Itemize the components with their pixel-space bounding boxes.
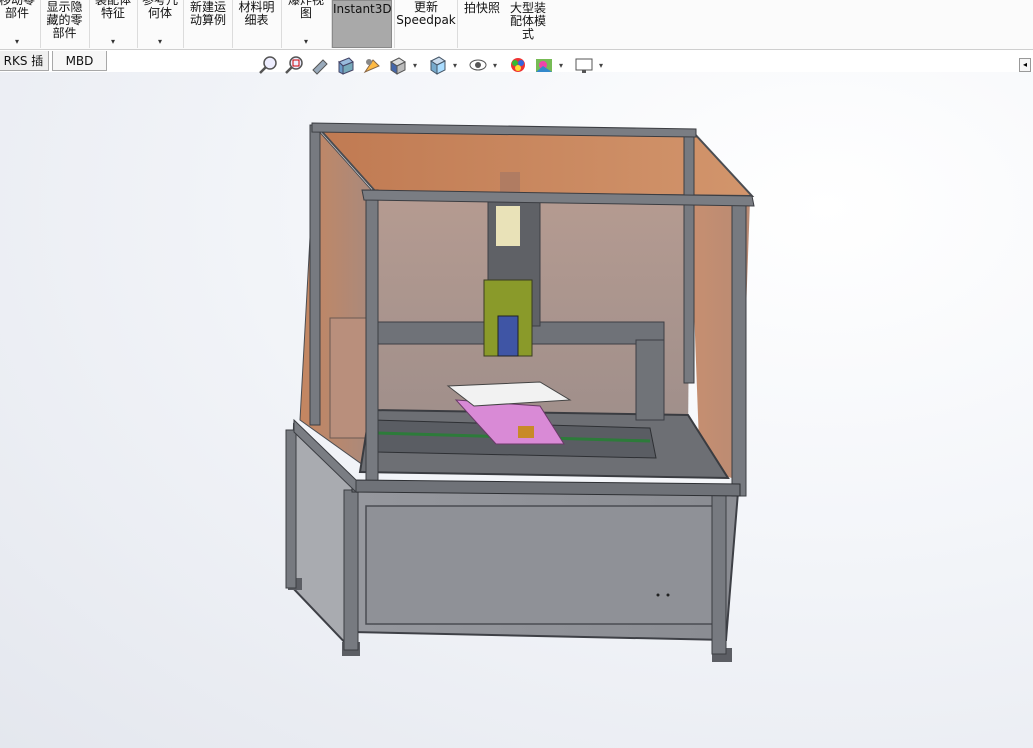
reference-geometry-label: 参考几 何体 (141, 0, 178, 20)
base-post-right (711, 493, 727, 655)
ribbon-toolbar: 移动零 部件 ▾ 显示隐 藏的零 部件 装配体 特征 ▾ 参考几 何体 ▾ 新建… (0, 0, 1033, 50)
update-speedpak-label: 更新 Speedpak (396, 0, 456, 27)
collapse-panel-icon[interactable]: ◂ (1019, 58, 1031, 72)
chevron-down-icon[interactable]: ▾ (599, 61, 603, 70)
apply-scene-icon[interactable] (533, 54, 555, 76)
spindle (497, 315, 519, 357)
frame-post-front-right (731, 195, 747, 497)
frame-post-front-left (365, 189, 379, 491)
gantry-leg-right (635, 339, 665, 421)
exploded-view-button[interactable]: 爆炸视 图 ▾ (282, 0, 330, 48)
assembly-features-button[interactable]: 装配体 特征 ▾ (90, 0, 136, 48)
previous-view-icon[interactable] (309, 54, 331, 76)
take-snapshot-label: 拍快照 (463, 1, 500, 15)
cnc-machine-model (285, 122, 755, 662)
zoom-to-fit-icon[interactable] (257, 54, 279, 76)
chevron-down-icon[interactable]: ▾ (282, 38, 330, 46)
chevron-down-icon[interactable]: ▾ (0, 38, 40, 46)
chevron-down-icon[interactable]: ▾ (493, 61, 497, 70)
move-component-label: 移动零 部件 (0, 0, 35, 20)
display-style-icon[interactable] (427, 54, 449, 76)
chevron-down-icon[interactable]: ▾ (559, 61, 563, 70)
graphics-viewport[interactable] (0, 72, 1033, 748)
section-view-icon[interactable] (335, 54, 357, 76)
show-hidden-components-label: 显示隐 藏的零 部件 (46, 0, 83, 40)
take-snapshot-button[interactable]: 拍快照 (458, 0, 506, 48)
side-box (329, 317, 369, 439)
instant3d-label: Instant3D (333, 2, 392, 16)
base-front-door (365, 505, 723, 625)
show-hidden-components-button[interactable]: 显示隐 藏的零 部件 (41, 0, 88, 48)
exploded-view-label: 爆炸视 图 (287, 0, 324, 20)
instant3d-button[interactable]: Instant3D (332, 0, 392, 48)
tab-label: MBD (65, 54, 94, 68)
reference-geometry-button[interactable]: 参考几 何体 ▾ (137, 0, 183, 48)
base-post-back-left (285, 429, 297, 589)
view-orientation-icon[interactable] (387, 54, 409, 76)
update-speedpak-button[interactable]: 更新 Speedpak (395, 0, 457, 48)
hide-show-items-icon[interactable] (467, 54, 489, 76)
move-component-button[interactable]: 移动零 部件 ▾ (0, 0, 40, 48)
new-motion-study-label: 新建运 动算例 (189, 0, 226, 27)
bill-of-materials-label: 材料明 细表 (238, 0, 275, 27)
base-post-left (343, 489, 359, 651)
chevron-down-icon[interactable]: ▾ (453, 61, 457, 70)
tab-mbd[interactable]: MBD (52, 51, 107, 71)
zoom-to-area-icon[interactable] (283, 54, 305, 76)
chevron-down-icon[interactable]: ▾ (413, 61, 417, 70)
chevron-down-icon[interactable]: ▾ (90, 38, 136, 46)
large-assembly-mode-label: 大型装 配体模 式 (509, 1, 546, 41)
dynamic-annotation-icon[interactable] (361, 54, 383, 76)
edit-appearance-icon[interactable] (507, 54, 529, 76)
new-motion-study-button[interactable]: 新建运 动算例 (184, 0, 232, 48)
view-settings-icon[interactable] (573, 54, 595, 76)
tab-rks-addins[interactable]: RKS 插件 (0, 51, 49, 88)
chevron-down-icon[interactable]: ▾ (137, 38, 183, 46)
assembly-features-label: 装配体 特征 (94, 0, 131, 20)
frame-post-back-left (309, 124, 321, 426)
frame-post-back-right (683, 132, 695, 384)
bill-of-materials-button[interactable]: 材料明 细表 (233, 0, 280, 48)
large-assembly-mode-button[interactable]: 大型装 配体模 式 (505, 0, 551, 48)
